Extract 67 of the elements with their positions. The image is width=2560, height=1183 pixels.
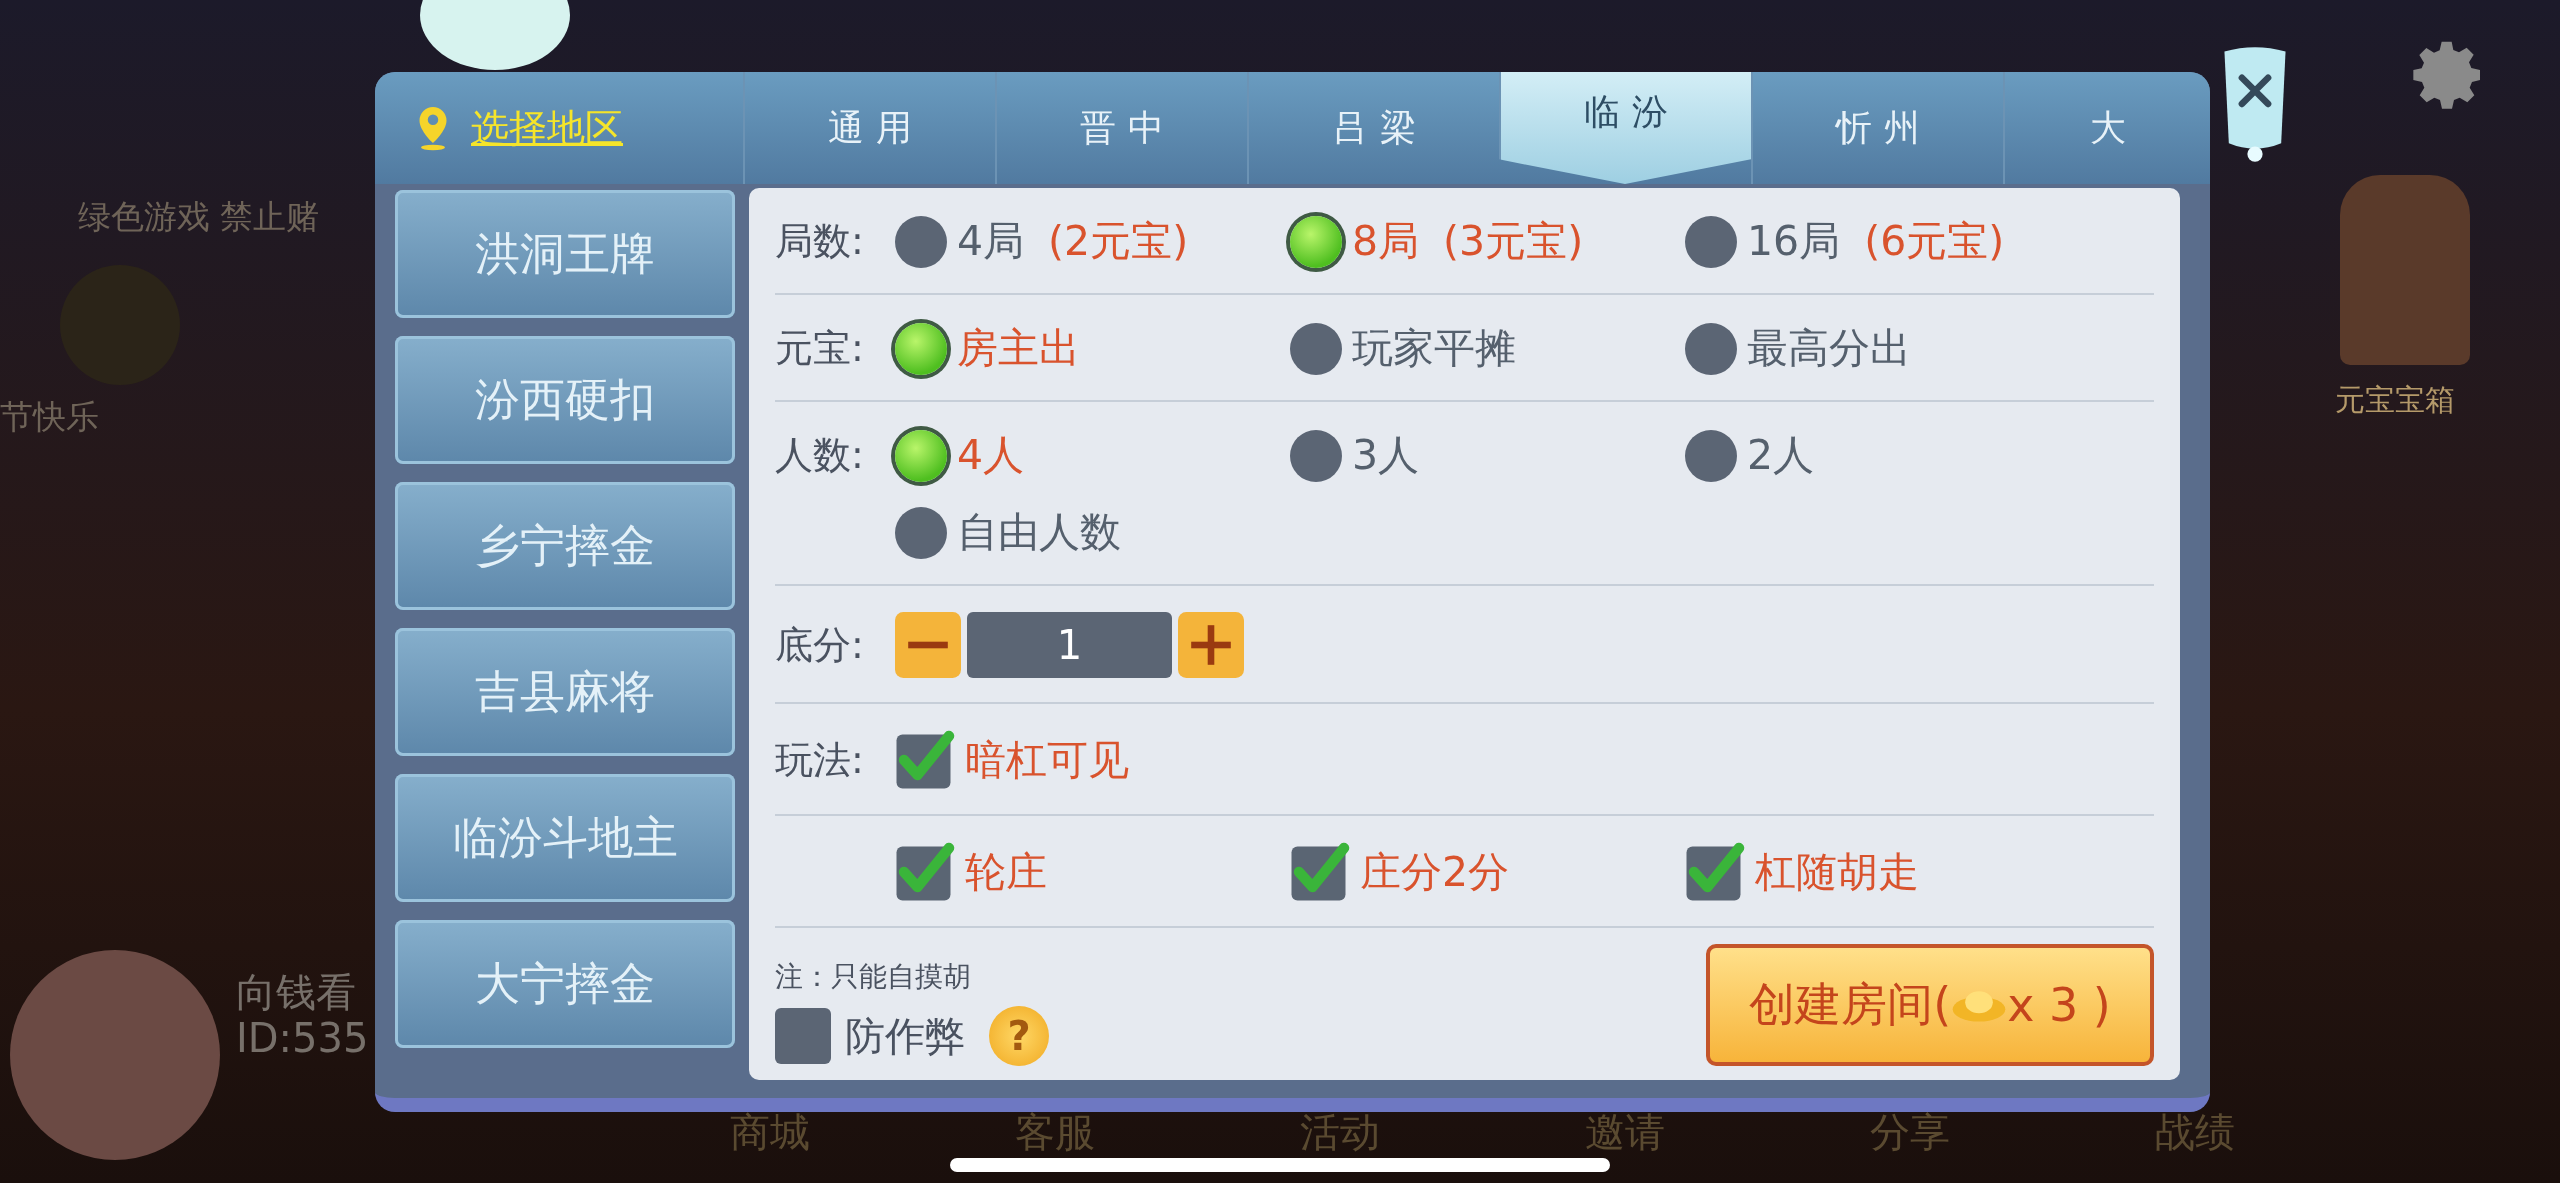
radio-button[interactable] [1290,322,1342,375]
choice-label: 4人 [957,430,1025,481]
option-label: 局数: [775,218,865,265]
game-item[interactable]: 大宁摔金 [395,920,735,1048]
cost-note: (2元宝) [1048,216,1189,267]
player-name: 向钱看 [236,968,356,1017]
option-label: 人数: [775,432,865,479]
radio-button[interactable] [1685,322,1737,375]
player-id: ID:535 [236,1015,369,1061]
minus-button[interactable] [895,612,961,678]
game-item[interactable]: 吉县麻将 [395,628,735,756]
region-tab[interactable]: 通 用 [743,72,995,184]
nav-item[interactable]: 邀请 [1585,1112,1665,1152]
checkbox[interactable] [895,842,955,902]
checkbox[interactable] [1685,842,1745,902]
greeting-text: 节快乐 [0,396,99,438]
checkbox[interactable] [775,1008,831,1064]
notice-text: 绿色游戏 禁止赌 [78,196,320,238]
choice-label: 4局 [957,216,1025,267]
radio-button[interactable] [1685,429,1737,482]
choice-label: 杠随胡走 [1755,846,1919,898]
nav-item[interactable]: 战绩 [2155,1112,2235,1152]
choice-label: 3人 [1352,430,1420,481]
treasure-label[interactable]: 元宝宝箱 [2335,380,2455,421]
choice-label: 最高分出 [1747,323,1911,374]
checkbox[interactable] [895,730,955,790]
anti-cheat-label: 防作弊 [845,1011,965,1061]
radio-button[interactable] [895,506,947,559]
choice-label: 暗杠可见 [965,734,1129,786]
choice-label: 房主出 [957,323,1080,374]
nav-item[interactable]: 客服 [1015,1112,1095,1152]
nav-item[interactable]: 活动 [1300,1112,1380,1152]
create-room-button[interactable]: 创建房间( x 3 ) [1706,944,2154,1066]
choice-label: 8局 [1352,216,1420,267]
choice-label: 玩家平摊 [1352,323,1516,374]
game-item[interactable]: 临汾斗地主 [395,774,735,902]
plus-button[interactable] [1178,612,1244,678]
game-item[interactable]: 洪洞王牌 [395,190,735,318]
base-score-field[interactable]: 1 [967,612,1172,678]
cost-note: (3元宝) [1443,216,1584,267]
radio-button[interactable] [895,429,947,482]
nav-item[interactable]: 分享 [1870,1112,1950,1152]
help-button[interactable]: ? [989,1006,1049,1066]
choice-label: 16局 [1747,216,1841,267]
option-label: 玩法: [775,736,865,784]
radio-button[interactable] [1290,215,1342,268]
checkbox[interactable] [1290,842,1350,902]
choice-label: 轮庄 [965,846,1047,898]
option-label: 底分: [775,621,865,669]
region-tab[interactable]: 忻 州 [1751,72,2003,184]
game-item[interactable]: 汾西硬扣 [395,336,735,464]
cost-note: (6元宝) [1864,216,2005,267]
game-item[interactable]: 乡宁摔金 [395,482,735,610]
choice-label: 自由人数 [957,507,1121,558]
radio-button[interactable] [1685,215,1737,268]
option-label: 元宝: [775,325,865,372]
choice-label: 庄分2分 [1360,846,1510,898]
region-tab[interactable]: 临 汾 [1499,72,1751,184]
region-tab[interactable]: 晋 中 [995,72,1247,184]
radio-button[interactable] [1290,429,1342,482]
region-tab[interactable]: 大 [2003,72,2210,184]
nav-item[interactable]: 商城 [730,1112,810,1152]
note-text: 注：只能自摸胡 [775,959,972,995]
region-link[interactable]: 选择地区 [471,102,623,154]
radio-button[interactable] [895,322,947,375]
radio-button[interactable] [895,215,947,268]
choice-label: 2人 [1747,430,1815,481]
